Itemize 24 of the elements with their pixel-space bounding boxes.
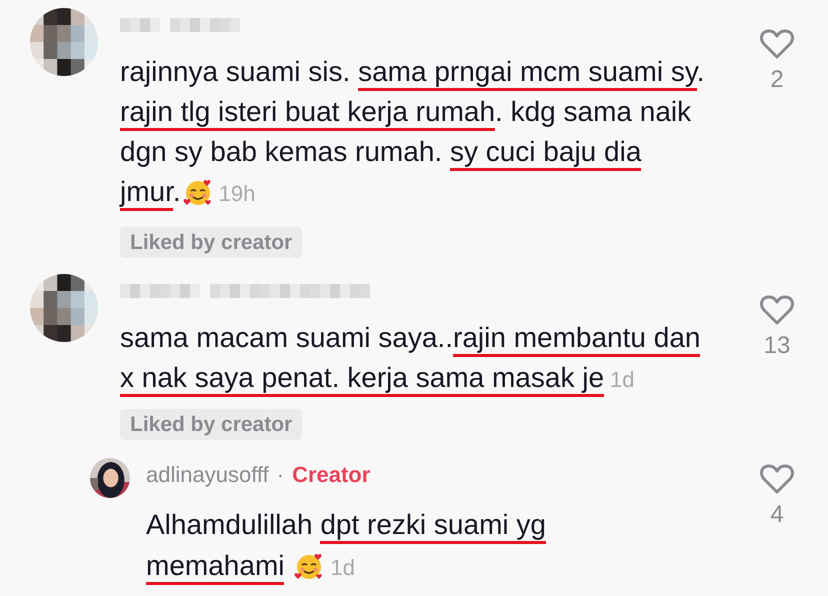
heart-icon[interactable] <box>759 463 795 495</box>
smiling-face-with-hearts-icon <box>182 178 213 208</box>
comment-text: rajinnya suami sis. sama prngai mcm suami sy. <box>120 56 705 91</box>
liked-by-creator-tag: Liked by creator <box>120 409 302 440</box>
comment-text: x nak saya penat. kerja sama masak je <box>120 362 604 397</box>
like-count: 13 <box>764 332 790 360</box>
like-count: 4 <box>770 501 784 529</box>
creator-label: Creator <box>292 462 370 488</box>
heart-icon[interactable] <box>759 294 795 326</box>
comment-text: rajin tlg isteri buat kerja rumah. kdg sama naik <box>120 96 692 131</box>
separator-dot: · <box>276 462 284 488</box>
liked-by-creator-tag: Liked by creator <box>120 227 302 258</box>
comment-text: dgn sy bab kemas rumah. sy cuci baju dia <box>120 136 642 171</box>
comment-text: sama macam suami saya..rajin membantu dan <box>120 322 700 357</box>
comment-text: memahami <box>146 550 284 585</box>
timestamp: 1d <box>330 555 355 580</box>
comment-text: Alhamdulillah dpt rezki suami yg <box>146 509 546 544</box>
comment-text: jmur. <box>120 176 181 211</box>
heart-icon[interactable] <box>759 28 795 60</box>
smiling-face-with-hearts-icon <box>294 552 324 582</box>
timestamp: 1d <box>610 367 634 392</box>
timestamp: 19h <box>218 181 256 206</box>
username[interactable]: adlinayusofff <box>146 462 269 488</box>
like-count: 2 <box>770 66 784 94</box>
